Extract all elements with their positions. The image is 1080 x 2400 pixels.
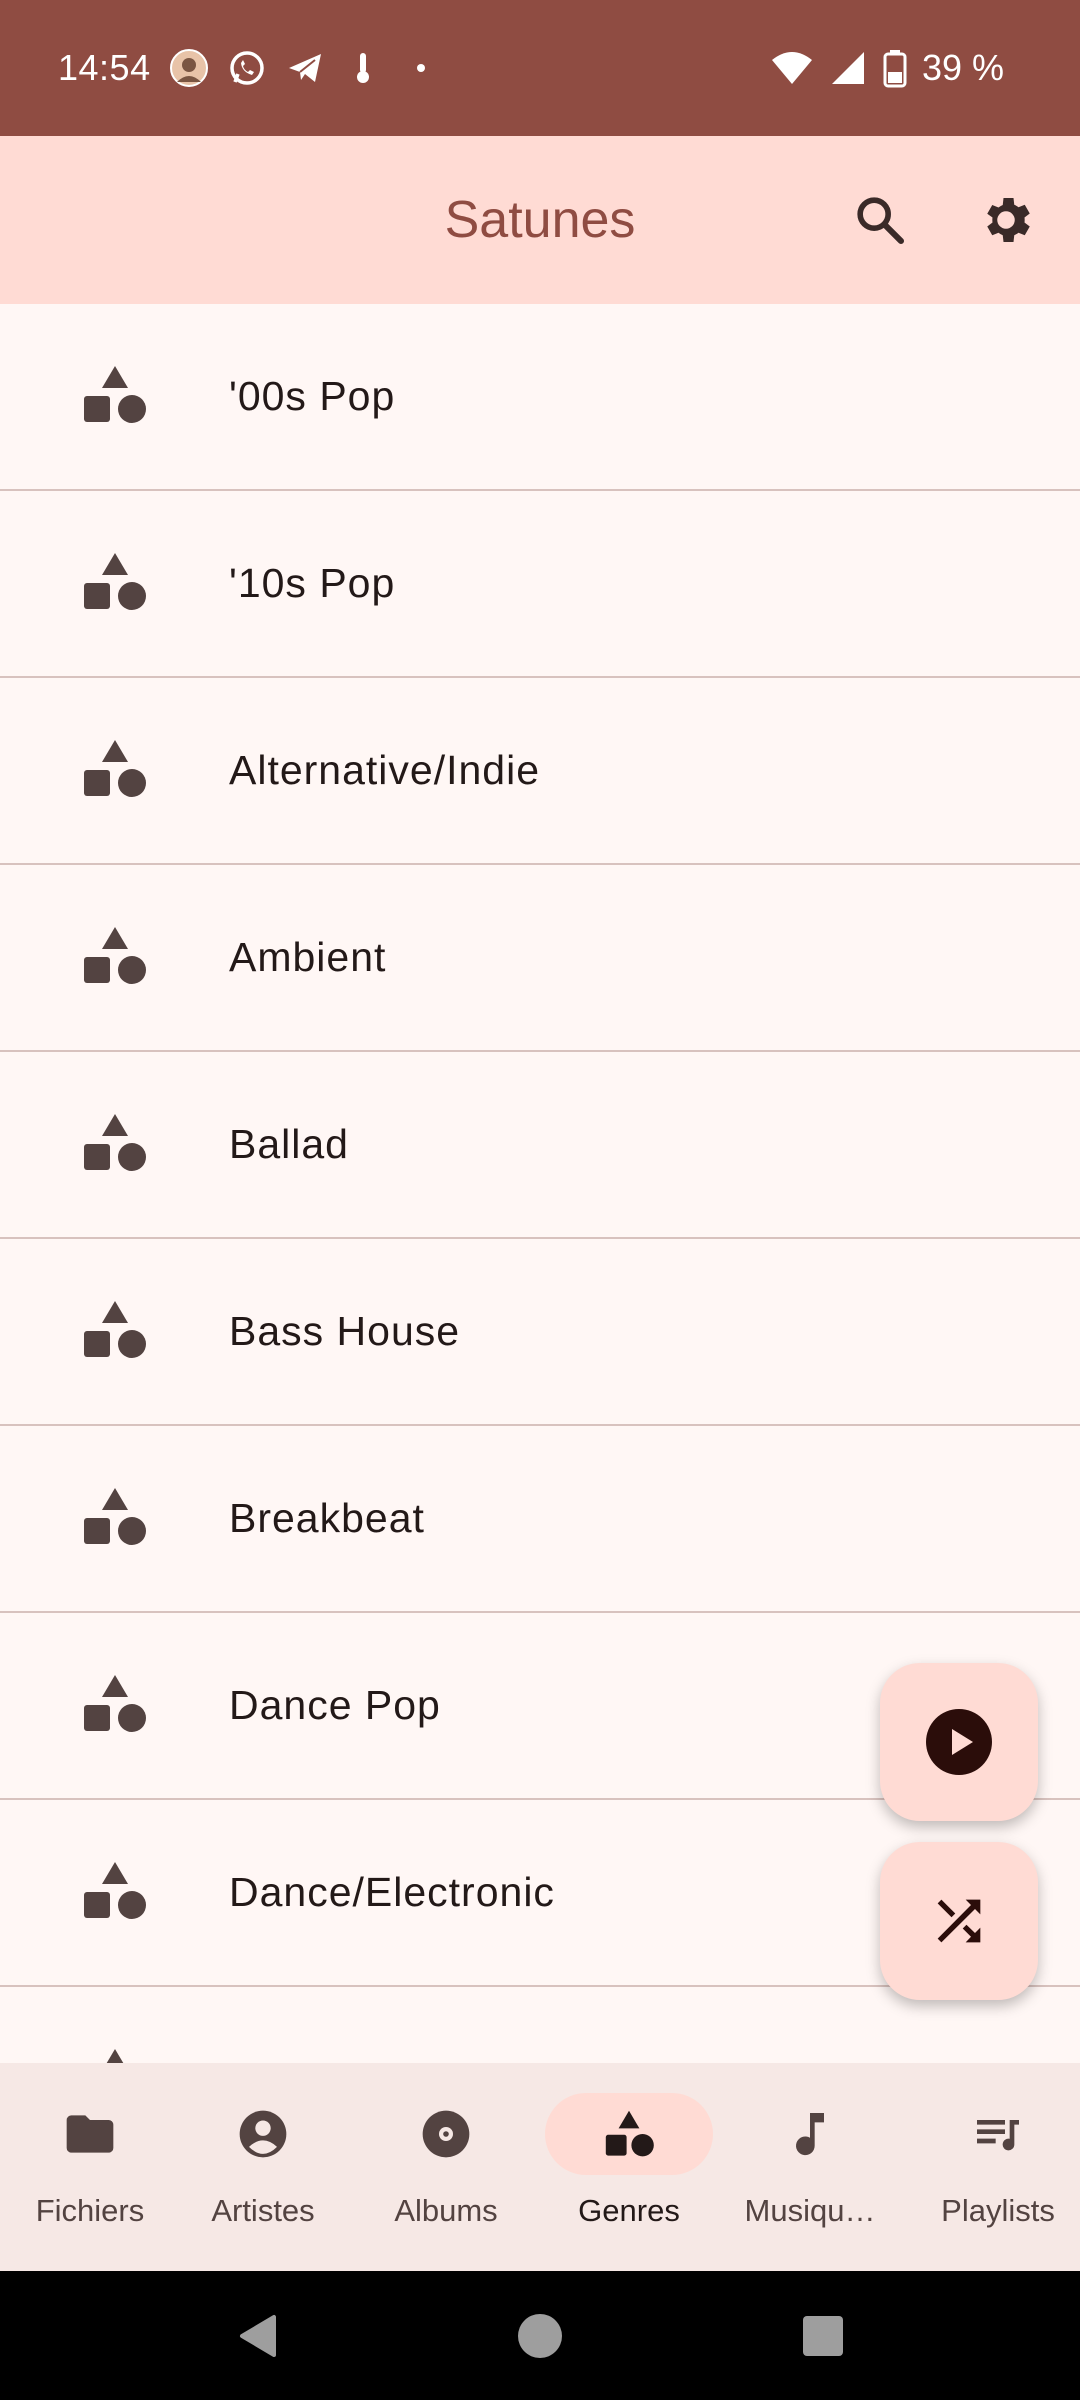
dot-icon [401,48,441,88]
album-icon [422,2110,470,2158]
thermometer-icon [343,48,383,88]
genre-label: Dance Pop [229,1682,441,1728]
category-icon [84,740,146,797]
genre-label: Ambient [229,934,387,980]
nav-item-genres[interactable]: Genres [539,2063,719,2271]
music-note-icon [796,2113,824,2156]
genre-label: '10s Pop [229,560,396,606]
play-icon [926,1709,992,1775]
category-icon [84,553,146,610]
shuffle-button[interactable] [880,1842,1038,2000]
genre-list-item[interactable]: Alternative/Indie [0,678,1080,865]
nav-pill [726,2093,894,2175]
genre-list-item[interactable]: '10s Pop [0,491,1080,678]
nav-pill [914,2093,1080,2175]
category-icon [84,1301,146,1358]
genre-label: Dance/Electronic [229,1869,555,1915]
back-triangle-icon [240,2315,276,2357]
telegram-icon [285,48,325,88]
nav-item-fichiers[interactable]: Fichiers [0,2063,180,2271]
category-icon [84,1862,146,1919]
category-icon [84,366,146,423]
nav-item-artistes[interactable]: Artistes [173,2063,353,2271]
category-icon [84,1675,146,1732]
nav-pill [362,2093,530,2175]
signal-icon [828,48,868,88]
bottom-navigation: Fichiers Artistes Albums Genres Musiqu… … [0,2063,1080,2271]
category-icon [605,2110,654,2157]
genre-label: Breakbeat [229,1495,425,1541]
battery-percent: 39 % [921,47,1004,88]
system-navigation-bar [0,2271,1080,2400]
status-time: 14:54 [58,47,151,88]
back-button[interactable] [224,2301,294,2371]
genre-list-item[interactable]: Bass House [0,1239,1080,1426]
search-button[interactable] [840,180,920,260]
nav-label: Artistes [211,2193,315,2228]
nav-label: Genres [578,2193,680,2228]
recents-square-icon [803,2316,843,2356]
status-bar: 14:54 39 % [0,0,1080,136]
nav-label: Playlists [941,2193,1055,2228]
folder-icon [66,2115,114,2153]
genre-label: Ballad [229,1121,349,1167]
nav-item-playlists[interactable]: Playlists [908,2063,1080,2271]
nav-label: Fichiers [35,2193,145,2228]
account-circle-icon [239,2110,287,2158]
category-icon [84,927,146,984]
genre-label: Alternative/Indie [229,747,541,793]
home-button[interactable] [505,2301,575,2371]
search-icon [857,197,905,245]
genre-label: Bass House [229,1308,461,1354]
top-app-bar: Satunes [0,136,1080,304]
wifi-icon [770,48,814,88]
nav-item-musiques[interactable]: Musiqu… [720,2063,900,2271]
status-right: 39 % [770,0,1004,136]
whatsapp-icon [227,48,267,88]
genre-list-item[interactable]: Ballad [0,1052,1080,1239]
nav-label: Albums [394,2193,498,2228]
genre-list-item[interactable]: Ambient [0,865,1080,1052]
nav-item-albums[interactable]: Albums [356,2063,536,2271]
playlist-icon [977,2120,1019,2151]
category-icon [84,1488,146,1545]
settings-button[interactable] [966,180,1046,260]
recents-button[interactable] [788,2301,858,2371]
genre-list-item[interactable]: Breakbeat [0,1426,1080,1613]
shuffle-icon [937,1899,981,1943]
genre-label: '00s Pop [229,373,396,419]
nav-label: Musiqu… [744,2193,876,2228]
nav-pill-active [545,2093,713,2175]
status-left: 14:54 [58,0,441,136]
genre-list-item[interactable]: '00s Pop [0,304,1080,491]
category-icon [84,1114,146,1171]
avatar-icon [169,48,209,88]
battery-icon [882,48,908,88]
play-all-button[interactable] [880,1663,1038,1821]
home-circle-icon [518,2314,562,2358]
nav-pill [179,2093,347,2175]
settings-gear-icon [987,198,1030,242]
nav-pill [6,2093,174,2175]
